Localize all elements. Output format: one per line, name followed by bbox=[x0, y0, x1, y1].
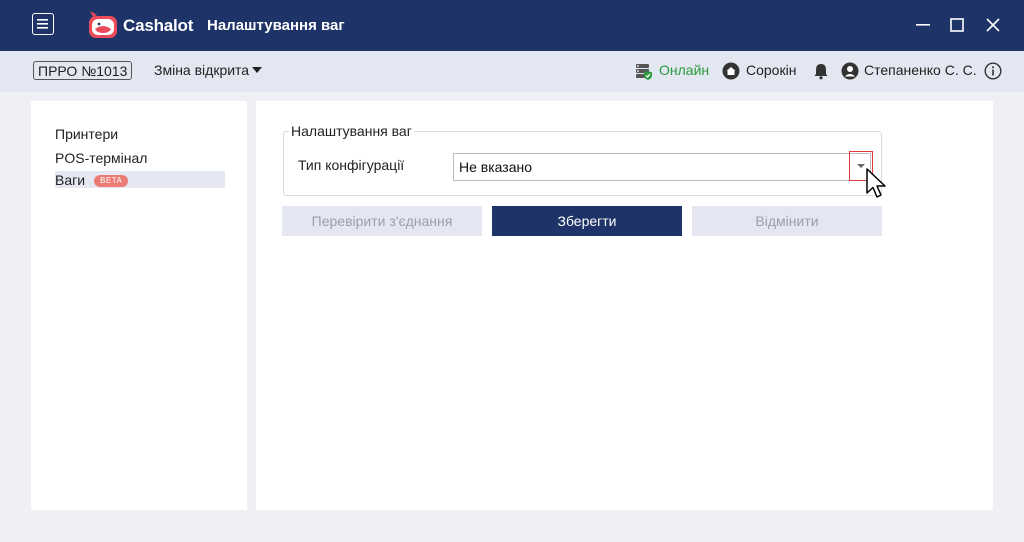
sidebar-item-pos-terminal[interactable]: POS-термінал bbox=[55, 150, 147, 166]
caret-down-icon bbox=[252, 67, 263, 73]
user-icon bbox=[841, 62, 859, 80]
brand-name: Cashalot bbox=[123, 16, 194, 35]
group-title: Налаштування ваг bbox=[289, 123, 414, 139]
scales-settings-group: Налаштування ваг Тип конфігурації Не вка… bbox=[283, 123, 882, 196]
online-status: Онлайн bbox=[659, 62, 710, 78]
sidebar-item-scales[interactable]: Ваги BETA bbox=[55, 172, 129, 188]
window-title: Налаштування ваг bbox=[207, 17, 345, 34]
maximize-icon[interactable] bbox=[946, 14, 968, 36]
beta-badge: BETA bbox=[94, 175, 129, 187]
menu-button[interactable] bbox=[32, 13, 54, 35]
close-icon[interactable] bbox=[982, 14, 1004, 36]
store-name[interactable]: Сорокін bbox=[746, 62, 796, 78]
shift-label: Зміна відкрита bbox=[154, 62, 250, 78]
sidebar-item-label: Ваги bbox=[55, 172, 86, 188]
menu-icon bbox=[37, 19, 48, 29]
mouse-cursor-icon bbox=[866, 168, 886, 198]
bell-icon[interactable] bbox=[812, 62, 830, 80]
cancel-button[interactable]: Відмінити bbox=[692, 206, 882, 236]
user-name[interactable]: Степаненко С. С. bbox=[864, 62, 977, 78]
server-online-icon bbox=[636, 64, 652, 80]
home-icon bbox=[722, 62, 740, 80]
config-type-select[interactable]: Не вказано bbox=[453, 153, 871, 181]
test-connection-button[interactable]: Перевірити з'єднання bbox=[282, 206, 482, 236]
chevron-down-icon bbox=[857, 164, 865, 168]
save-button[interactable]: Зберегти bbox=[492, 206, 682, 236]
minimize-icon[interactable] bbox=[912, 14, 934, 36]
settings-sidebar: Принтери POS-термінал Ваги BETA bbox=[31, 101, 247, 510]
shift-dropdown[interactable]: Зміна відкрита bbox=[154, 62, 263, 78]
status-toolbar: ПРРО №1013 Зміна відкрита Онлайн Сорокін… bbox=[0, 51, 1024, 92]
prro-badge[interactable]: ПРРО №1013 bbox=[33, 61, 133, 80]
sidebar-item-printers[interactable]: Принтери bbox=[55, 126, 118, 142]
cashalot-logo bbox=[89, 11, 117, 38]
settings-panel: Налаштування ваг Тип конфігурації Не вка… bbox=[256, 101, 993, 510]
config-type-label: Тип конфігурації bbox=[298, 157, 405, 173]
title-bar: Cashalot Налаштування ваг bbox=[0, 0, 1024, 51]
info-icon[interactable] bbox=[984, 62, 1002, 80]
